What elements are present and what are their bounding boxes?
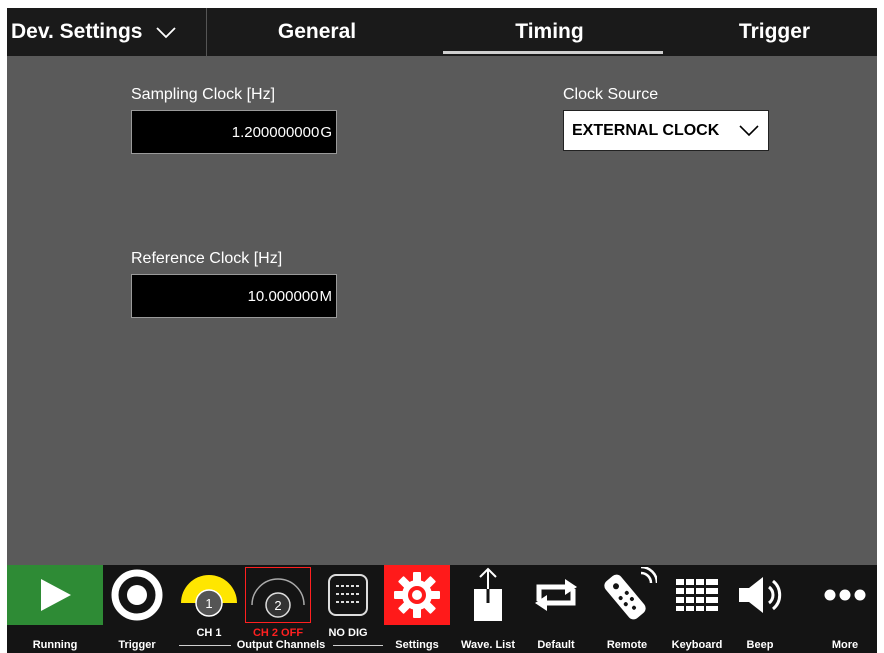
tab-general-label: General bbox=[277, 20, 357, 43]
trigger-icon bbox=[111, 569, 163, 621]
nodig-button[interactable] bbox=[323, 565, 373, 625]
wave-list-button[interactable] bbox=[457, 565, 519, 625]
sampling-clock-field[interactable]: 1.200000000 G bbox=[131, 110, 337, 154]
ch2-button[interactable]: 2 bbox=[245, 567, 311, 623]
clock-source-select[interactable]: EXTERNAL CLOCK bbox=[563, 110, 769, 151]
remote-button[interactable] bbox=[593, 565, 661, 625]
output-channels-label: Output Channels bbox=[236, 639, 326, 651]
ch1-button[interactable]: 1 bbox=[179, 565, 239, 625]
tab-general[interactable]: General bbox=[207, 8, 427, 56]
beep-label: Beep bbox=[746, 639, 774, 651]
top-bar: Dev. Settings General Timing Trigger bbox=[7, 8, 877, 56]
active-tab-indicator bbox=[443, 51, 663, 54]
speaker-icon bbox=[739, 577, 782, 613]
reference-clock-value: 10.000000 bbox=[247, 287, 319, 305]
ch2-label: CH 2 OFF bbox=[252, 627, 304, 639]
dev-settings-label: Dev. Settings bbox=[11, 20, 143, 43]
play-icon bbox=[7, 565, 103, 625]
upload-icon bbox=[474, 567, 502, 621]
sampling-clock-label: Sampling Clock [Hz] bbox=[131, 86, 276, 103]
chevron-down-icon bbox=[739, 125, 759, 137]
running-label: Running bbox=[32, 639, 78, 651]
bottom-toolbar: Running Trigger 1 CH 1 2 CH 2 OFF NO DIG… bbox=[7, 565, 877, 653]
app-window: Dev. Settings General Timing Trigger Sam… bbox=[7, 8, 877, 653]
gear-icon bbox=[394, 572, 440, 618]
tab-trigger-label: Trigger bbox=[738, 20, 811, 43]
reference-clock-label: Reference Clock [Hz] bbox=[131, 250, 283, 267]
repeat-icon bbox=[535, 579, 577, 611]
reference-clock-suffix: M bbox=[319, 287, 333, 305]
clock-source-label: Clock Source bbox=[563, 86, 659, 103]
more-button[interactable] bbox=[813, 565, 877, 625]
trigger-button[interactable] bbox=[107, 565, 167, 625]
tab-trigger[interactable]: Trigger bbox=[672, 8, 877, 56]
ch1-number: 1 bbox=[205, 596, 212, 611]
remote-icon bbox=[604, 567, 657, 620]
keyboard-button[interactable] bbox=[667, 565, 727, 625]
keyboard-label: Keyboard bbox=[671, 639, 723, 651]
reference-clock-field[interactable]: 10.000000 M bbox=[131, 274, 337, 318]
digital-icon bbox=[328, 574, 368, 616]
ch1-label: CH 1 bbox=[196, 627, 222, 639]
default-label: Default bbox=[537, 639, 575, 651]
sampling-clock-value: 1.200000000 bbox=[231, 123, 320, 141]
more-icon bbox=[824, 589, 866, 601]
output-channels-line-right bbox=[333, 645, 383, 646]
channel-dial-icon: 1 bbox=[181, 575, 237, 617]
remote-label: Remote bbox=[606, 639, 648, 651]
settings-button[interactable] bbox=[384, 565, 450, 625]
more-label: More bbox=[831, 639, 859, 651]
default-button[interactable] bbox=[525, 565, 587, 625]
nodig-label: NO DIG bbox=[328, 627, 368, 639]
dev-settings-dropdown[interactable]: Dev. Settings bbox=[7, 8, 207, 56]
channel-dial-icon: 2 bbox=[251, 578, 305, 618]
wave-list-label: Wave. List bbox=[461, 639, 515, 651]
tab-timing-label: Timing bbox=[515, 20, 584, 43]
output-channels-line-left bbox=[179, 645, 231, 646]
sampling-clock-suffix: G bbox=[320, 123, 332, 141]
ch2-number: 2 bbox=[274, 598, 281, 613]
settings-label: Settings bbox=[395, 639, 439, 651]
tab-timing[interactable]: Timing bbox=[437, 8, 662, 56]
chevron-down-icon bbox=[156, 27, 177, 39]
beep-button[interactable] bbox=[731, 565, 789, 625]
clock-source-value: EXTERNAL CLOCK bbox=[572, 121, 720, 139]
keyboard-icon bbox=[676, 579, 718, 611]
trigger-label: Trigger bbox=[118, 639, 156, 651]
